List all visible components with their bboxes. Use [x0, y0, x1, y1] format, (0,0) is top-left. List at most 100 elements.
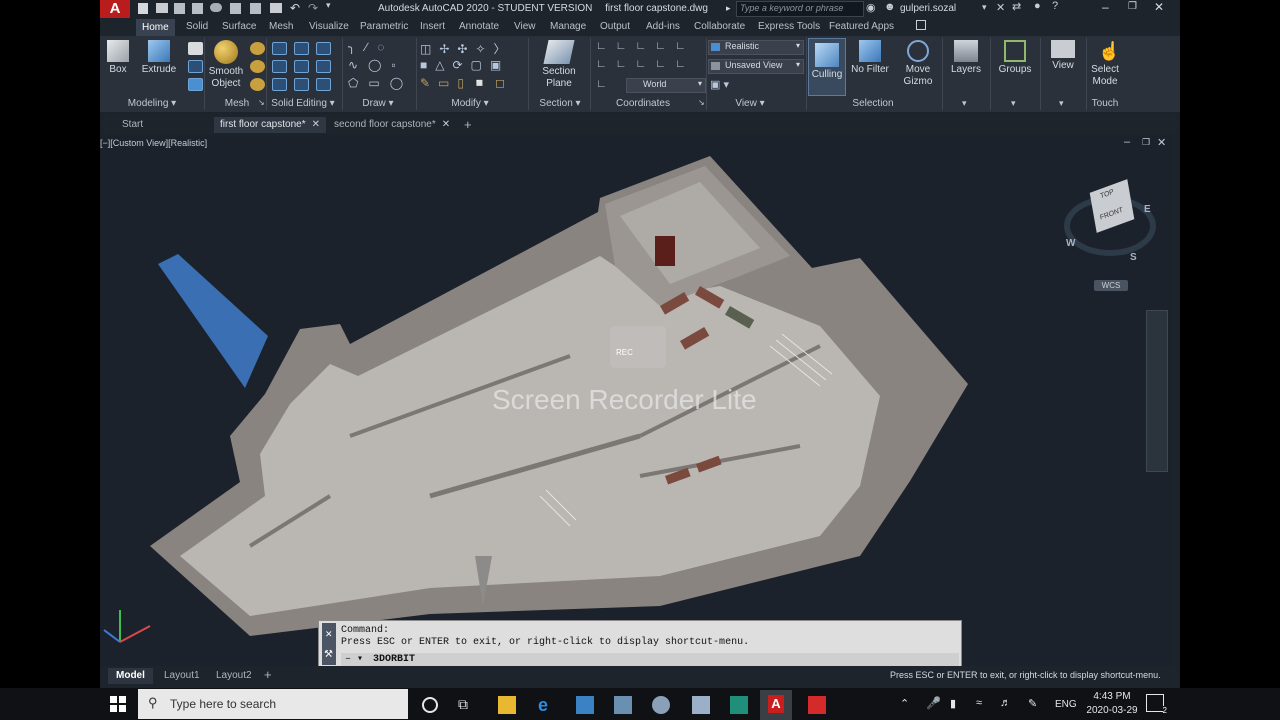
connect-icon[interactable]: ●	[1034, 0, 1041, 12]
coordinates-panel-label[interactable]: Coordinates	[606, 97, 680, 111]
cloud-icon[interactable]	[210, 3, 222, 12]
tab-home[interactable]: Home	[136, 19, 175, 36]
tab-second-floor[interactable]: second floor capstone* ✕	[334, 117, 450, 133]
file-explorer-icon[interactable]	[498, 696, 516, 714]
help-icon[interactable]: ?	[1052, 0, 1058, 12]
intersect-icon[interactable]	[272, 78, 287, 91]
clock[interactable]: 4:43 PM 2020-03-29	[1084, 691, 1140, 716]
view-dropdown-icon[interactable]: ▾	[1059, 98, 1064, 109]
draw-tools-row-3[interactable]: ⬠▭◯	[348, 76, 413, 90]
new-tab-icon[interactable]: +	[464, 117, 472, 133]
mesh-smooth-icon[interactable]	[250, 60, 265, 73]
modify-tools-row-3[interactable]: ✎▭▯◽◻	[420, 76, 513, 90]
ucs-dropdown[interactable]: World ▾	[626, 78, 706, 93]
tab-layout2[interactable]: Layout2	[216, 668, 252, 684]
subtract-icon[interactable]	[272, 60, 287, 73]
tab-model[interactable]: Model	[108, 668, 153, 684]
restore-icon[interactable]: ❐	[1128, 1, 1137, 12]
solid-editing-panel-label[interactable]: Solid Editing ▾	[268, 97, 338, 111]
select-mode-button[interactable]: ☝ Select Mode	[1088, 40, 1122, 88]
offset-edge-icon[interactable]	[316, 78, 331, 91]
tab-surface[interactable]: Surface	[222, 20, 256, 34]
draw-panel-label[interactable]: Draw ▾	[348, 97, 408, 111]
view-panel-label[interactable]: View ▾	[720, 97, 780, 111]
section-plane-button[interactable]: Section Plane	[534, 40, 584, 90]
box-button[interactable]: Box	[104, 40, 132, 76]
layers-button[interactable]: Layers	[946, 40, 986, 76]
app-icon[interactable]	[692, 696, 710, 714]
cortana-icon[interactable]	[422, 697, 438, 713]
wifi-icon[interactable]: ≈	[976, 697, 982, 709]
app-icon[interactable]	[652, 696, 670, 714]
edge-icon[interactable]: e	[538, 696, 556, 714]
selection-panel-label[interactable]: Selection	[830, 97, 916, 111]
navigation-bar[interactable]	[1146, 310, 1168, 472]
close-tab-icon[interactable]: ✕	[312, 119, 320, 130]
tab-add-ins[interactable]: Add-ins	[646, 20, 680, 34]
add-layout-icon[interactable]: +	[264, 667, 272, 682]
open-web-icon[interactable]	[230, 3, 241, 14]
close-window-icon[interactable]: ✕	[1154, 0, 1164, 14]
close-tab-icon[interactable]: ✕	[442, 119, 450, 130]
app-icon[interactable]	[614, 696, 632, 714]
tab-parametric[interactable]: Parametric	[360, 20, 408, 34]
task-view-icon[interactable]: ⧉	[458, 696, 468, 713]
app-menu-button[interactable]: A	[100, 0, 130, 18]
named-view-dropdown[interactable]: Unsaved View ▾	[708, 59, 804, 74]
modify-panel-label[interactable]: Modify ▾	[430, 97, 510, 111]
open-file-icon[interactable]	[156, 3, 168, 13]
culling-button[interactable]: Culling	[808, 38, 846, 96]
exchange-icon[interactable]: ⇄	[1012, 0, 1021, 13]
layers-dropdown-icon[interactable]: ▾	[962, 98, 967, 109]
undo-icon[interactable]: ↶	[290, 1, 300, 15]
new-file-icon[interactable]	[138, 3, 148, 14]
save-web-icon[interactable]	[250, 3, 261, 14]
compass-south[interactable]: S	[1130, 252, 1137, 263]
store-icon[interactable]	[576, 696, 594, 714]
search-expand-icon[interactable]: ▸	[726, 3, 731, 14]
tab-visualize[interactable]: Visualize	[309, 20, 349, 34]
qat-dropdown-icon[interactable]: ▾	[326, 0, 331, 11]
recorder-taskbar-icon[interactable]	[808, 696, 826, 714]
ribbon-toggle-icon[interactable]	[916, 20, 926, 30]
extrude-faces-icon[interactable]	[294, 60, 309, 73]
volume-icon[interactable]: ♬	[1000, 697, 1011, 709]
presspull-icon[interactable]	[188, 60, 203, 73]
tab-collaborate[interactable]: Collaborate	[694, 20, 745, 34]
redo-icon[interactable]: ↷	[308, 1, 318, 15]
user-dropdown-icon[interactable]: ▾	[982, 2, 987, 13]
ucs-tools-row-1[interactable]: ∟∟∟∟∟	[596, 40, 695, 52]
binoculars-icon[interactable]: ◉	[866, 1, 876, 14]
battery-icon[interactable]: ▮	[950, 697, 956, 710]
loft-icon[interactable]	[188, 78, 203, 91]
save-icon[interactable]	[174, 3, 185, 14]
groups-dropdown-icon[interactable]: ▾	[1011, 98, 1016, 109]
polysolid-icon[interactable]	[188, 42, 203, 55]
modify-tools-row-1[interactable]: ◫✢✣✧〉	[420, 40, 514, 57]
wrench-icon[interactable]: ⚒	[324, 649, 333, 660]
draw-tools-row-1[interactable]: ╮∕◌	[348, 40, 394, 54]
move-gizmo-button[interactable]: Move Gizmo	[896, 40, 940, 88]
modify-tools-row-2[interactable]: ■△⟳▢▣	[420, 58, 509, 72]
compass-east[interactable]: E	[1144, 204, 1151, 215]
tab-output[interactable]: Output	[600, 20, 630, 34]
tab-view[interactable]: View	[514, 20, 536, 34]
coordinates-launcher-icon[interactable]: ↘	[698, 98, 705, 107]
shell-icon[interactable]	[316, 60, 331, 73]
tab-layout1[interactable]: Layout1	[164, 668, 200, 684]
viewcube[interactable]: TOP FRONT E S W	[1064, 179, 1164, 272]
tab-insert[interactable]: Insert	[420, 20, 445, 34]
mesh-sphere-icon[interactable]	[250, 42, 265, 55]
taskbar-search-input[interactable]: ⚲ Type here to search	[138, 689, 408, 719]
tab-express-tools[interactable]: Express Tools	[758, 20, 820, 34]
no-filter-button[interactable]: No Filter	[848, 40, 892, 76]
command-input[interactable]: – ▾ 3DORBIT	[341, 653, 959, 666]
autocad-taskbar-button[interactable]: A	[760, 690, 792, 720]
tab-manage[interactable]: Manage	[550, 20, 586, 34]
tab-solid[interactable]: Solid	[186, 20, 208, 34]
modeling-panel-label[interactable]: Modeling ▾	[106, 97, 198, 111]
user-icon[interactable]: ☻	[884, 1, 896, 13]
close-command-icon[interactable]: ✕	[325, 629, 333, 640]
notification-icon[interactable]: 2	[1146, 694, 1167, 715]
command-line-handle[interactable]: ✕ ⚒	[322, 623, 336, 665]
